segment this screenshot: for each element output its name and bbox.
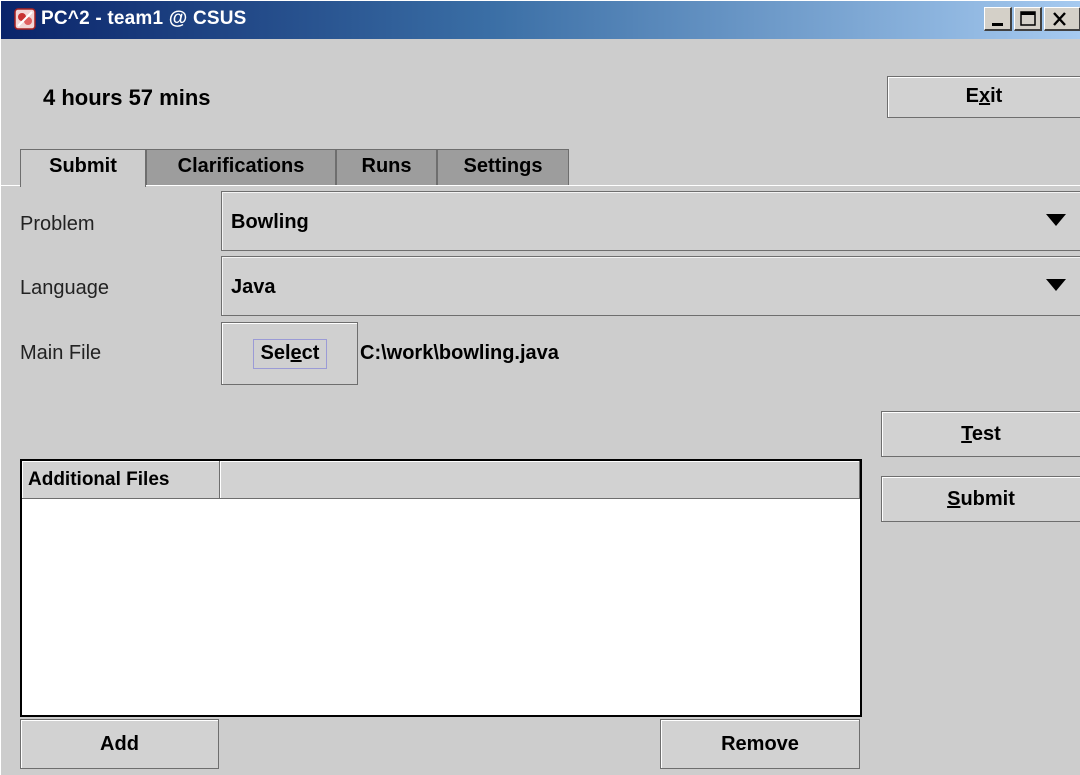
time-remaining: 4 hours 57 mins bbox=[43, 85, 211, 110]
tab-runs[interactable]: Runs bbox=[336, 149, 437, 185]
column-header-additional-files[interactable]: Additional Files bbox=[22, 461, 220, 499]
pc2-team-window: PC^2 - team1 @ CSUS 4 hours 57 mins Exit… bbox=[0, 0, 1080, 775]
tab-label: Clarifications bbox=[177, 155, 305, 177]
language-dropdown[interactable]: Java bbox=[221, 256, 1080, 316]
title-bar[interactable]: PC^2 - team1 @ CSUS bbox=[1, 1, 1080, 39]
tab-label: Settings bbox=[463, 155, 543, 177]
minimize-icon bbox=[992, 23, 1003, 26]
remove-file-button[interactable]: Remove bbox=[660, 719, 860, 769]
chevron-down-icon bbox=[1046, 214, 1066, 226]
remove-button-label: Remove bbox=[721, 733, 799, 755]
column-header-label: Additional Files bbox=[28, 469, 170, 490]
add-file-button[interactable]: Add bbox=[20, 719, 219, 769]
maximize-icon bbox=[1020, 11, 1036, 26]
chevron-down-icon bbox=[1046, 279, 1066, 291]
main-file-path: C:\work\bowling.java bbox=[360, 342, 559, 364]
tab-submit[interactable]: Submit bbox=[20, 149, 146, 187]
submit-button[interactable]: Submit bbox=[881, 476, 1080, 522]
additional-files-table[interactable]: Additional Files bbox=[20, 459, 862, 717]
problem-dropdown[interactable]: Bowling bbox=[221, 191, 1080, 251]
maximize-button[interactable] bbox=[1014, 7, 1042, 31]
add-button-label: Add bbox=[100, 733, 139, 755]
tab-label: Runs bbox=[361, 155, 412, 177]
main-file-label: Main File bbox=[20, 342, 102, 364]
exit-button-label: Exit bbox=[965, 85, 1003, 107]
app-icon bbox=[14, 8, 36, 30]
problem-label: Problem bbox=[20, 213, 95, 235]
problem-value: Bowling bbox=[231, 211, 309, 233]
submit-button-label: Submit bbox=[947, 488, 1015, 510]
tab-panel-border bbox=[1, 185, 1080, 186]
language-label: Language bbox=[20, 277, 109, 299]
language-value: Java bbox=[231, 276, 276, 298]
select-button-label: Select bbox=[253, 339, 327, 369]
close-button[interactable] bbox=[1044, 7, 1080, 31]
tab-clarifications[interactable]: Clarifications bbox=[146, 149, 336, 185]
test-button[interactable]: Test bbox=[881, 411, 1080, 457]
tab-settings[interactable]: Settings bbox=[437, 149, 569, 185]
select-file-button[interactable]: Select bbox=[221, 322, 358, 385]
tab-label: Submit bbox=[49, 155, 117, 177]
minimize-button[interactable] bbox=[984, 7, 1012, 31]
test-button-label: Test bbox=[961, 423, 1001, 445]
close-icon bbox=[1053, 12, 1066, 26]
exit-button[interactable]: Exit bbox=[887, 76, 1080, 118]
column-header-blank[interactable] bbox=[220, 461, 860, 499]
window-title: PC^2 - team1 @ CSUS bbox=[41, 8, 247, 29]
